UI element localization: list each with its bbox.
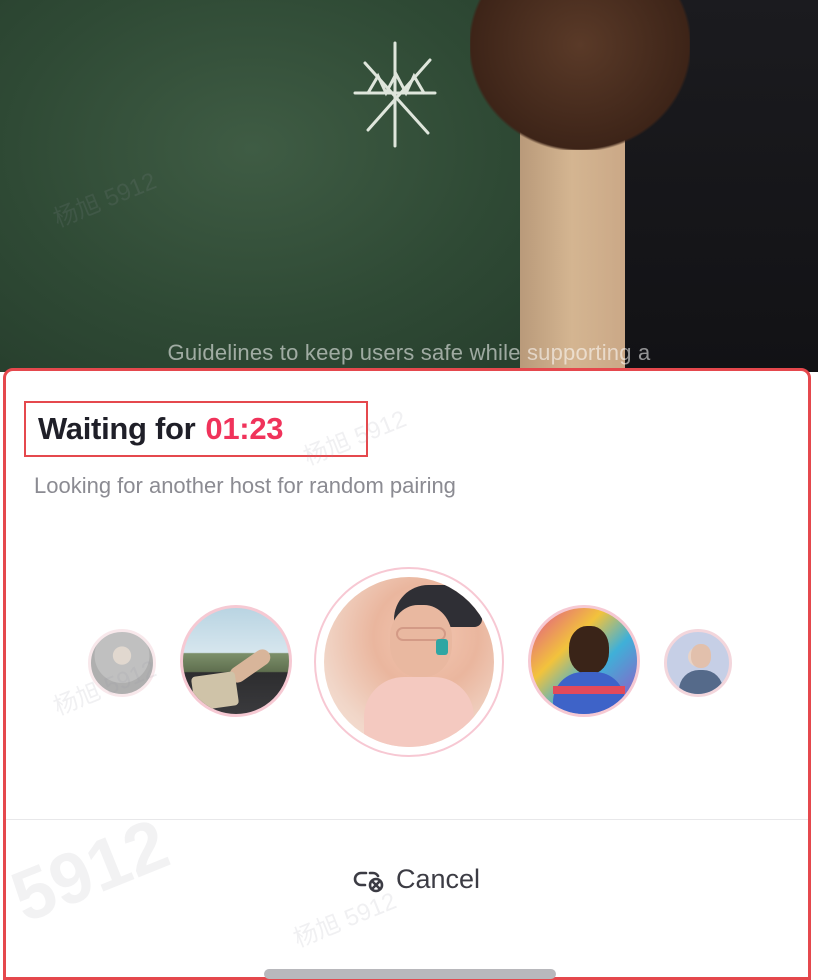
- background-caption: Guidelines to keep users safe while supp…: [167, 340, 651, 365]
- cancel-label: Cancel: [395, 863, 481, 894]
- pairing-subtitle: Looking for another host for random pair…: [34, 473, 456, 498]
- title-label: Waiting for: [38, 411, 196, 446]
- avatar-far-right: [664, 629, 732, 697]
- shirt-logo-icon: [353, 41, 437, 148]
- avatar-center: [324, 577, 494, 747]
- home-indicator: [264, 969, 556, 979]
- countdown-timer: 01:23: [205, 411, 284, 446]
- avatar-right: [528, 605, 640, 717]
- hand-on-shoulder: [470, 0, 690, 150]
- avatar-left: [180, 605, 292, 717]
